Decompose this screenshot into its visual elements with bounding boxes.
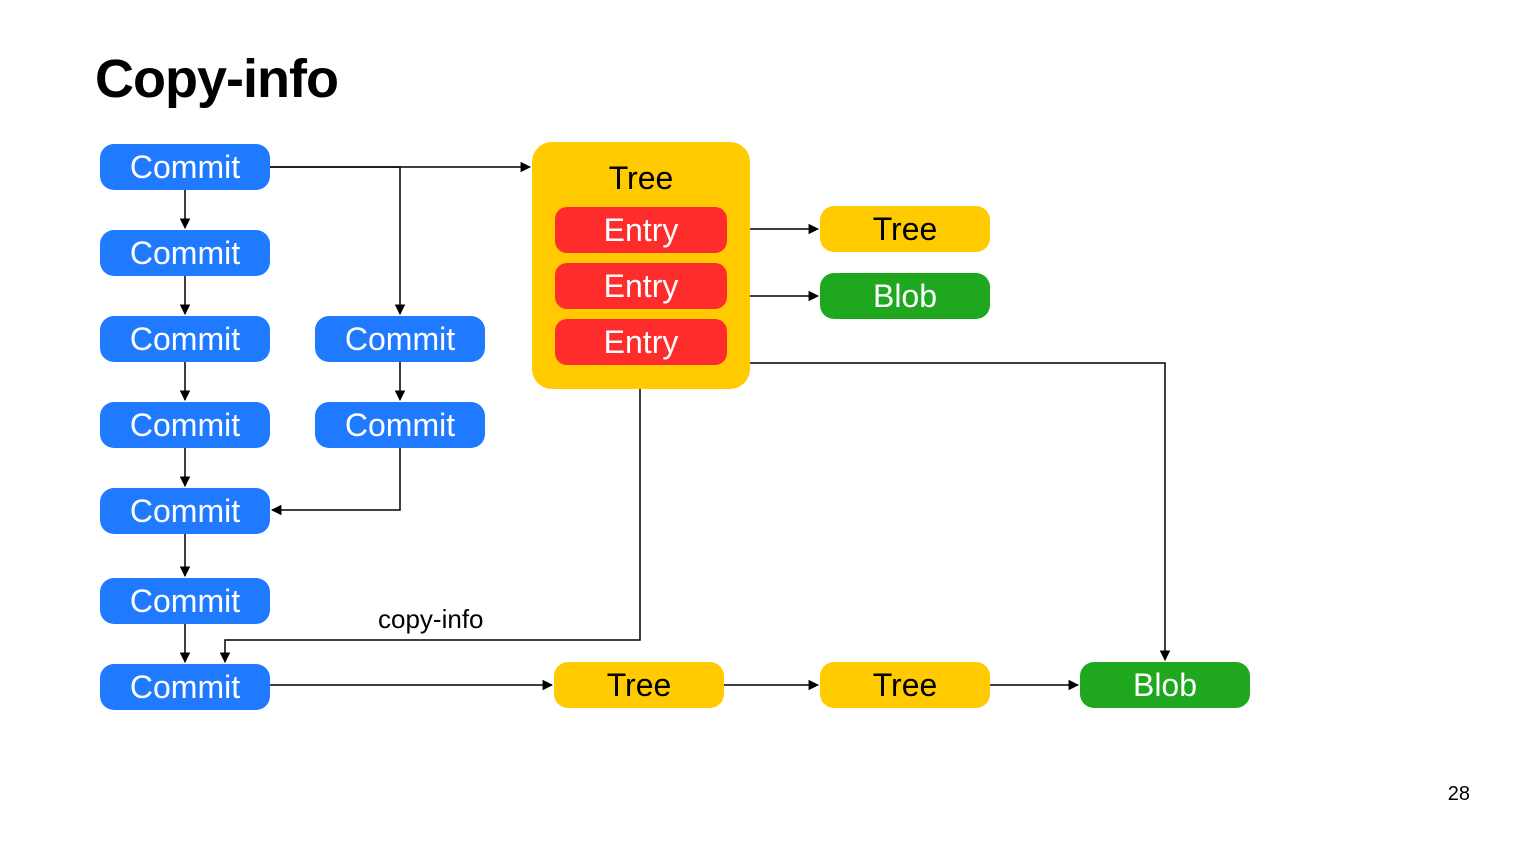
commit-node-1: Commit bbox=[100, 144, 270, 190]
blob-node-bottom: Blob bbox=[1080, 662, 1250, 708]
tree-container-header: Tree bbox=[546, 160, 736, 197]
commit-node-2: Commit bbox=[100, 230, 270, 276]
commit-branch-1: Commit bbox=[315, 316, 485, 362]
tree-entry-3: Entry bbox=[555, 319, 727, 365]
tree-entry-1: Entry bbox=[555, 207, 727, 253]
commit-node-merge: Commit bbox=[100, 488, 270, 534]
commit-node-3: Commit bbox=[100, 316, 270, 362]
slide-title: Copy-info bbox=[95, 48, 338, 110]
commit-branch-2: Commit bbox=[315, 402, 485, 448]
tree-node-bottom-1: Tree bbox=[554, 662, 724, 708]
edge-label-copy-info: copy-info bbox=[378, 604, 484, 635]
tree-entry-2: Entry bbox=[555, 263, 727, 309]
page-number: 28 bbox=[1448, 783, 1470, 806]
tree-container: Tree Entry Entry Entry bbox=[532, 142, 750, 389]
blob-node-top: Blob bbox=[820, 273, 990, 319]
commit-node-4: Commit bbox=[100, 402, 270, 448]
commit-node-7: Commit bbox=[100, 664, 270, 710]
commit-node-6: Commit bbox=[100, 578, 270, 624]
tree-node-bottom-2: Tree bbox=[820, 662, 990, 708]
tree-node-top: Tree bbox=[820, 206, 990, 252]
